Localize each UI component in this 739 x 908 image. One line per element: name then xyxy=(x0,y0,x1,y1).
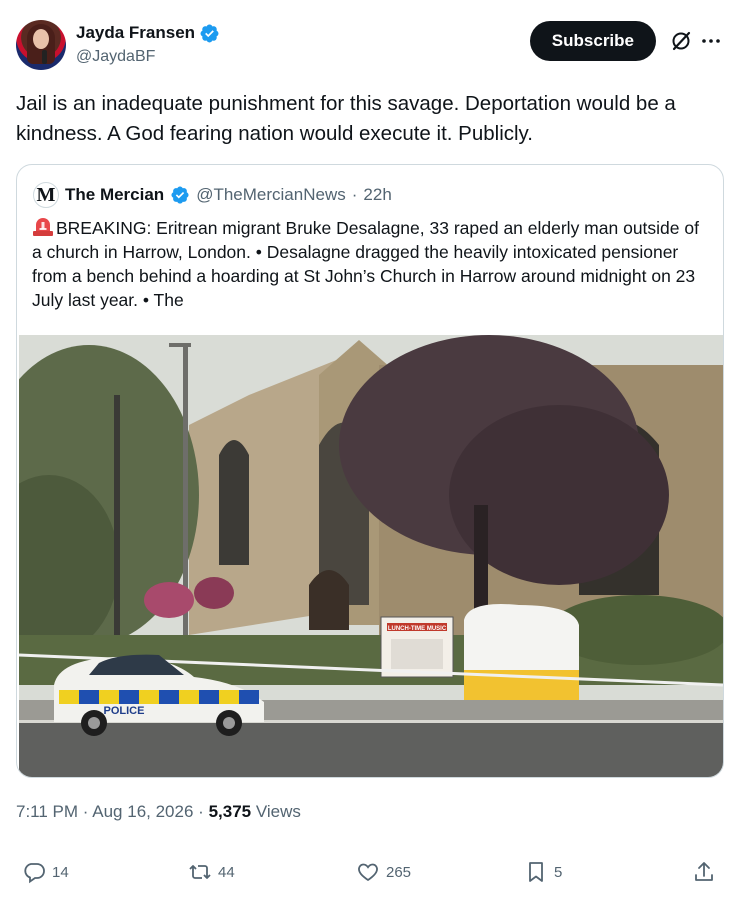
heart-icon xyxy=(358,863,378,882)
meta-separator: · xyxy=(198,802,204,821)
subscribe-button[interactable]: Subscribe xyxy=(529,21,656,61)
retweet-icon xyxy=(189,865,211,879)
author-name-text[interactable]: Jayda Fransen xyxy=(76,22,195,44)
avatar-microphone xyxy=(42,50,47,64)
meta-separator: · xyxy=(82,802,89,821)
bookmark-icon xyxy=(529,862,543,882)
like-count: 265 xyxy=(386,863,412,881)
sign-title: LUNCH-TIME MUSIC xyxy=(388,626,447,632)
quoted-tweet-card[interactable]: M The Mercian @TheMercianNews · 22h BREA… xyxy=(16,164,724,778)
reply-button[interactable]: 14 xyxy=(22,860,69,884)
rotating-light-icon xyxy=(33,218,53,236)
quoted-tweet-header: M The Mercian @TheMercianNews · 22h xyxy=(33,182,392,208)
retweet-button[interactable]: 44 xyxy=(188,860,235,884)
author-handle[interactable]: @JaydaBF xyxy=(76,46,220,68)
tweet-actions: 14 44 265 5 xyxy=(16,860,723,890)
quoted-author-handle: @TheMercianNews xyxy=(196,185,346,204)
tweet-time[interactable]: 7:11 PM xyxy=(16,802,78,821)
tweet-meta: 7:11 PM · Aug 16, 2026 · 5,375 Views xyxy=(16,800,301,824)
church-scene-image: LUNCH-TIME MUSIC POLICE xyxy=(19,335,723,777)
tweet-date[interactable]: Aug 16, 2026 xyxy=(92,802,193,821)
more-dots-icon xyxy=(702,39,720,43)
share-icon xyxy=(695,862,713,881)
verified-badge-icon xyxy=(200,24,219,42)
views-label: Views xyxy=(255,802,301,821)
quoted-timestamp: 22h xyxy=(363,185,392,204)
bookmark-button[interactable]: 5 xyxy=(524,860,562,884)
quoted-separator: · xyxy=(351,185,358,204)
author-avatar[interactable] xyxy=(16,20,66,70)
author-name-block: Jayda Fransen @JaydaBF xyxy=(76,22,220,68)
grok-icon[interactable] xyxy=(669,29,693,53)
avatar-face xyxy=(33,29,49,49)
tweet-text: Jail is an inadequate punishment for thi… xyxy=(16,92,676,145)
reply-count: 14 xyxy=(52,863,69,881)
quoted-tweet-photo[interactable]: LUNCH-TIME MUSIC POLICE xyxy=(19,335,723,777)
quoted-tweet-body: BREAKING: Eritrean migrant Bruke Desalag… xyxy=(32,218,699,310)
retweet-count: 44 xyxy=(218,863,235,881)
reply-icon xyxy=(24,863,45,884)
bookmark-count: 5 xyxy=(554,863,563,881)
quoted-author-name: The Mercian xyxy=(65,185,165,204)
tweet-header: Jayda Fransen @JaydaBF Subscribe xyxy=(16,20,723,72)
share-button[interactable] xyxy=(692,860,716,884)
views-count: 5,375 xyxy=(208,802,252,821)
author-display-name[interactable]: Jayda Fransen xyxy=(76,22,220,44)
quoted-tweet-text: BREAKING: Eritrean migrant Bruke Desalag… xyxy=(32,216,707,312)
quoted-author-avatar: M xyxy=(33,182,59,208)
quoted-verified-badge-icon xyxy=(171,186,189,204)
police-car-label: POLICE xyxy=(104,705,145,717)
like-button[interactable]: 265 xyxy=(356,860,411,884)
more-icon[interactable] xyxy=(699,29,723,53)
